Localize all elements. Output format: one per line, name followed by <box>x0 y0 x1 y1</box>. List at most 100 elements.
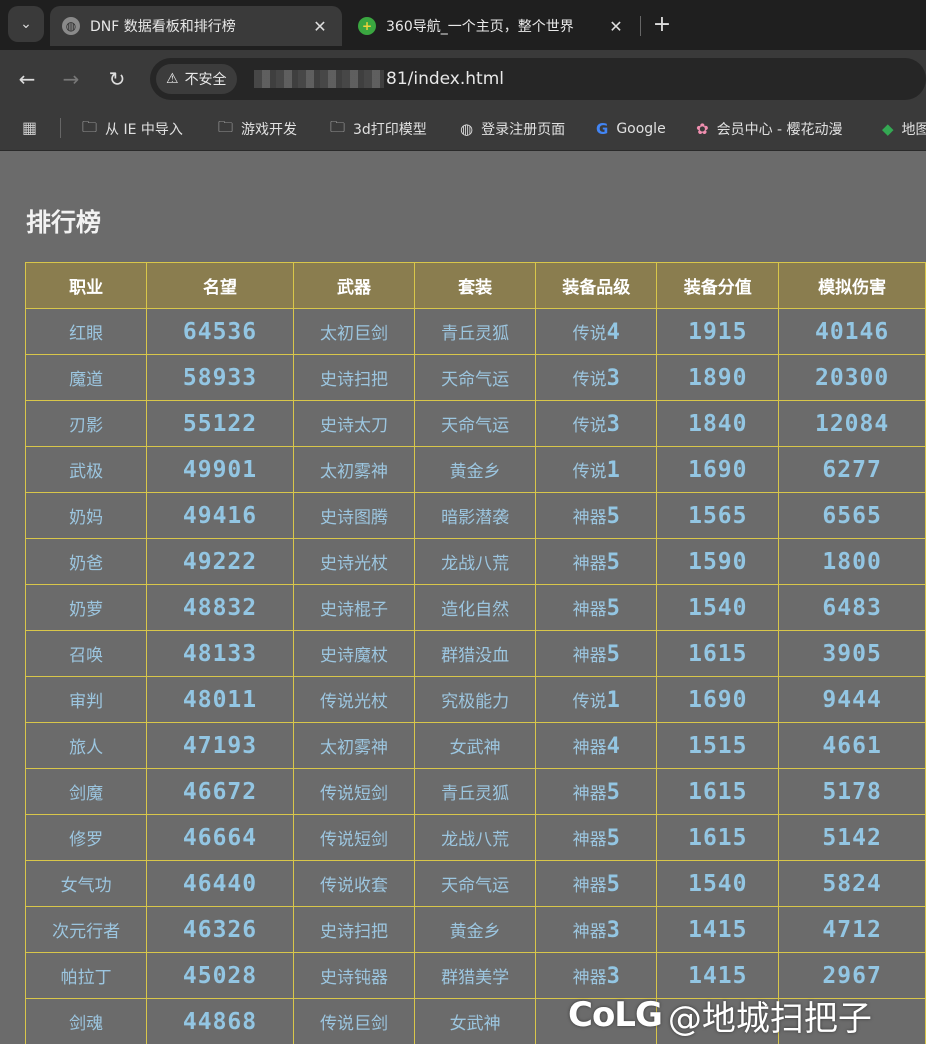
table-row[interactable]: 召唤 48133 史诗魔杖 群猎没血 神器5 1615 3905 <box>24 630 926 677</box>
cell-grade: 神器3 <box>535 906 658 953</box>
bookmark-label: Google <box>616 121 666 137</box>
cell-set-value: 龙战八荒 <box>441 554 510 574</box>
tab-divider <box>640 16 641 36</box>
cell-weapon-value: 太初雾神 <box>319 738 388 758</box>
cell-fame: 49901 <box>146 446 294 493</box>
header-set[interactable]: 套装 <box>414 262 537 309</box>
table-row[interactable]: 武极 49901 太初雾神 黄金乡 传说1 1690 6277 <box>24 446 926 493</box>
cell-score: 1690 <box>656 446 780 493</box>
cell-fame-value: 58933 <box>182 364 258 391</box>
cell-weapon-value: 史诗太刀 <box>319 416 388 436</box>
table-row[interactable]: 剑魔 46672 传说短剑 青丘灵狐 神器5 1615 5178 <box>24 768 926 815</box>
table-row[interactable]: 刃影 55122 史诗太刀 天命气运 传说3 1840 12084 <box>24 400 926 447</box>
bookmark-game-dev[interactable]: 🗀 游戏开发 <box>218 114 297 144</box>
cell-damage-value: 2967 <box>822 962 882 989</box>
new-tab-button[interactable]: + <box>650 12 674 37</box>
address-bar[interactable]: ⚠ 不安全 81/index.html <box>150 58 926 100</box>
forward-button[interactable]: → <box>56 64 86 94</box>
table-row[interactable]: 女气功 46440 传说收套 天命气运 神器5 1540 5824 <box>24 860 926 907</box>
grade-number: 3 <box>606 365 620 391</box>
cell-score: 1690 <box>656 676 780 723</box>
bookmark-login-page[interactable]: ◍ 登录注册页面 <box>460 114 565 144</box>
header-weapon[interactable]: 武器 <box>292 262 416 309</box>
bookmark-label: 3d打印模型 <box>353 122 427 138</box>
grade-number: 5 <box>606 549 620 575</box>
grade-number: 4 <box>606 319 620 345</box>
back-button[interactable]: ← <box>12 64 42 94</box>
table-row[interactable]: 奶爸 49222 史诗光杖 龙战八荒 神器5 1590 1800 <box>24 538 926 585</box>
security-chip[interactable]: ⚠ 不安全 <box>156 64 237 94</box>
cell-grade: 传说4 <box>535 308 658 355</box>
cell-set-value: 女武神 <box>449 1014 501 1034</box>
header-fame[interactable]: 名望 <box>146 262 294 309</box>
cell-job: 红眼 <box>24 308 148 355</box>
grade-word: 传说 <box>572 369 607 390</box>
bookmark-3d-print[interactable]: 🗀 3d打印模型 <box>330 114 427 144</box>
header-damage[interactable]: 模拟伤害 <box>778 262 926 309</box>
cell-job: 审判 <box>24 676 148 723</box>
tab-title: DNF 数据看板和排行榜 <box>90 19 236 35</box>
cell-job-value: 红眼 <box>69 324 104 344</box>
bookmark-maps[interactable]: ◆ 地图 <box>882 114 926 144</box>
cell-job-value: 次元行者 <box>52 922 121 942</box>
grade-word: 神器 <box>572 783 607 804</box>
cell-weapon: 传说短剑 <box>292 768 416 815</box>
cell-score-value: 1690 <box>688 456 748 483</box>
header-job[interactable]: 职业 <box>24 262 148 309</box>
cell-fame: 47193 <box>146 722 294 769</box>
close-icon[interactable]: ✕ <box>606 17 626 36</box>
table-row[interactable]: 次元行者 46326 史诗扫把 黄金乡 神器3 1415 4712 <box>24 906 926 953</box>
bookmark-import-ie[interactable]: 🗀 从 IE 中导入 <box>82 114 183 144</box>
cell-job: 女气功 <box>24 860 148 907</box>
cell-set-value: 青丘灵狐 <box>441 784 510 804</box>
table-row[interactable]: 审判 48011 传说光杖 究极能力 传说1 1690 9444 <box>24 676 926 723</box>
tab-360[interactable]: + 360导航_一个主页，整个世界 ✕ <box>346 6 638 46</box>
table-row[interactable]: 魔道 58933 史诗扫把 天命气运 传说3 1890 20300 <box>24 354 926 401</box>
grade-number: 1 <box>606 687 620 713</box>
table-row[interactable]: 奶妈 49416 史诗图腾 暗影潜袭 神器5 1565 6565 <box>24 492 926 539</box>
table-row[interactable]: 修罗 46664 传说短剑 龙战八荒 神器5 1615 5142 <box>24 814 926 861</box>
cell-weapon: 太初雾神 <box>292 446 416 493</box>
grade-number: 5 <box>606 871 620 897</box>
url-redacted <box>254 70 384 88</box>
cell-score-value: 1565 <box>688 502 748 529</box>
grade-word: 传说 <box>572 461 607 482</box>
cell-set-value: 究极能力 <box>441 692 510 712</box>
cell-fame-value: 49901 <box>182 456 258 483</box>
cell-score-value: 1540 <box>688 870 748 897</box>
apps-grid-icon[interactable]: ▦ <box>22 118 37 137</box>
tab-dnf[interactable]: ◍ DNF 数据看板和排行榜 ✕ <box>50 6 342 46</box>
cell-grade: 神器5 <box>535 814 658 861</box>
table-row[interactable]: 红眼 64536 太初巨剑 青丘灵狐 传说4 1915 40146 <box>24 308 926 355</box>
cell-fame: 48011 <box>146 676 294 723</box>
page-content: 排行榜 职业 名望 武器 套装 装备品级 装备分值 模拟伤害 红眼 64536 太初… <box>0 151 926 1044</box>
bookmark-google[interactable]: G Google <box>596 114 666 144</box>
table-row[interactable]: 奶萝 48832 史诗棍子 造化自然 神器5 1540 6483 <box>24 584 926 631</box>
cell-job-value: 修罗 <box>69 830 104 850</box>
cell-score-value: 1415 <box>688 962 748 989</box>
cell-job: 帕拉丁 <box>24 952 148 999</box>
cell-grade: 神器5 <box>535 630 658 677</box>
cell-weapon: 传说短剑 <box>292 814 416 861</box>
cell-score-value: 1915 <box>688 318 748 345</box>
reload-icon: ↻ <box>108 67 126 91</box>
table-row[interactable]: 旅人 47193 太初雾神 女武神 神器4 1515 4661 <box>24 722 926 769</box>
bookmark-label: 登录注册页面 <box>481 122 566 138</box>
reload-button[interactable]: ↻ <box>102 64 132 94</box>
cell-damage: 6483 <box>778 584 926 631</box>
header-score[interactable]: 装备分值 <box>656 262 780 309</box>
cell-weapon: 史诗光杖 <box>292 538 416 585</box>
bookmark-label: 会员中心 - 樱花动漫 <box>716 122 843 138</box>
cell-set: 天命气运 <box>414 860 537 907</box>
bookmark-sakura[interactable]: ✿ 会员中心 - 樱花动漫 <box>696 114 843 144</box>
cell-job: 剑魔 <box>24 768 148 815</box>
cell-fame-value: 46326 <box>182 916 258 943</box>
cell-weapon-value: 史诗钝器 <box>319 968 388 988</box>
cell-weapon-value: 传说收套 <box>319 876 388 896</box>
360-icon: + <box>358 17 376 35</box>
cell-damage-value: 12084 <box>814 410 890 437</box>
tab-search-button[interactable]: ⌄ <box>8 6 44 42</box>
header-grade[interactable]: 装备品级 <box>535 262 658 309</box>
close-icon[interactable]: ✕ <box>310 17 330 36</box>
cell-job: 奶爸 <box>24 538 148 585</box>
